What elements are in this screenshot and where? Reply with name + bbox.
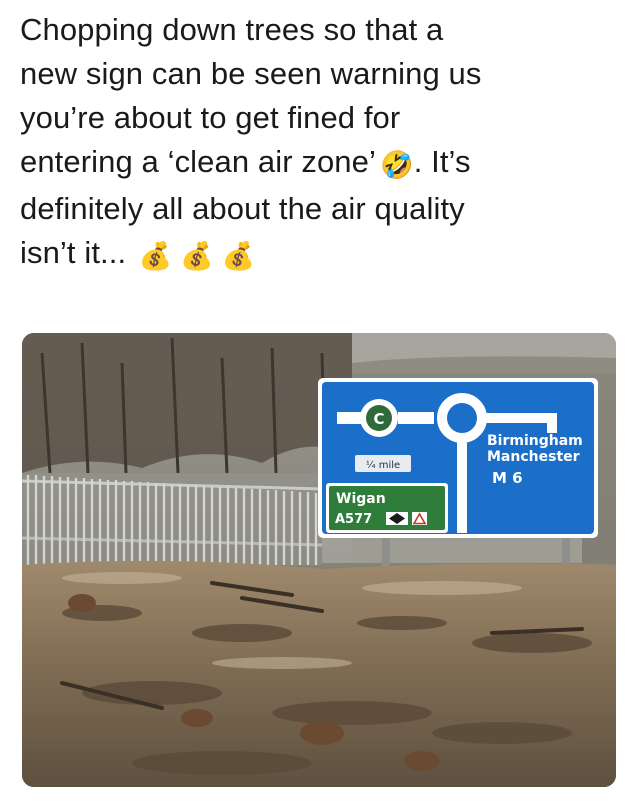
- distance-text: ¼ mile: [366, 459, 400, 471]
- dest-wigan: Wigan: [336, 491, 386, 507]
- road-sign-photo: C ¼ mile Birmingham Manchester M 6 Wigan…: [22, 333, 616, 787]
- caption-line-6: isn’t it... 💰 💰 💰: [20, 231, 620, 278]
- caption-line-4-text: entering a ‘clean air zone’: [20, 144, 376, 179]
- motorway-label: M 6: [492, 469, 523, 487]
- road-sign: C ¼ mile Birmingham Manchester M 6 Wigan…: [318, 378, 598, 538]
- dest-birmingham: Birmingham: [487, 433, 583, 449]
- dest-manchester: Manchester: [487, 449, 580, 465]
- caz-symbol: C: [373, 410, 384, 428]
- caption-line-4-end: . It’s: [413, 144, 471, 179]
- laughing-emoji-icon: 🤣: [379, 150, 414, 180]
- post-caption: Chopping down trees so that a new sign c…: [20, 8, 620, 278]
- road-a577: A577: [335, 512, 372, 527]
- money-bag-emoji-icon: 💰 💰 💰: [138, 241, 256, 271]
- caption-line-6-text: isn’t it...: [20, 235, 127, 270]
- caption-line-4: entering a ‘clean air zone’ 🤣. It’s: [20, 140, 620, 187]
- caption-line-3: you’re about to get fined for: [20, 100, 401, 135]
- caption-line-5: definitely all about the air quality: [20, 191, 465, 226]
- photo-illustration: C ¼ mile Birmingham Manchester M 6 Wigan…: [22, 333, 616, 787]
- cleared-ground: [22, 560, 616, 787]
- caption-line-2: new sign can be seen warning us: [20, 56, 482, 91]
- caption-line-1: Chopping down trees so that a: [20, 12, 444, 47]
